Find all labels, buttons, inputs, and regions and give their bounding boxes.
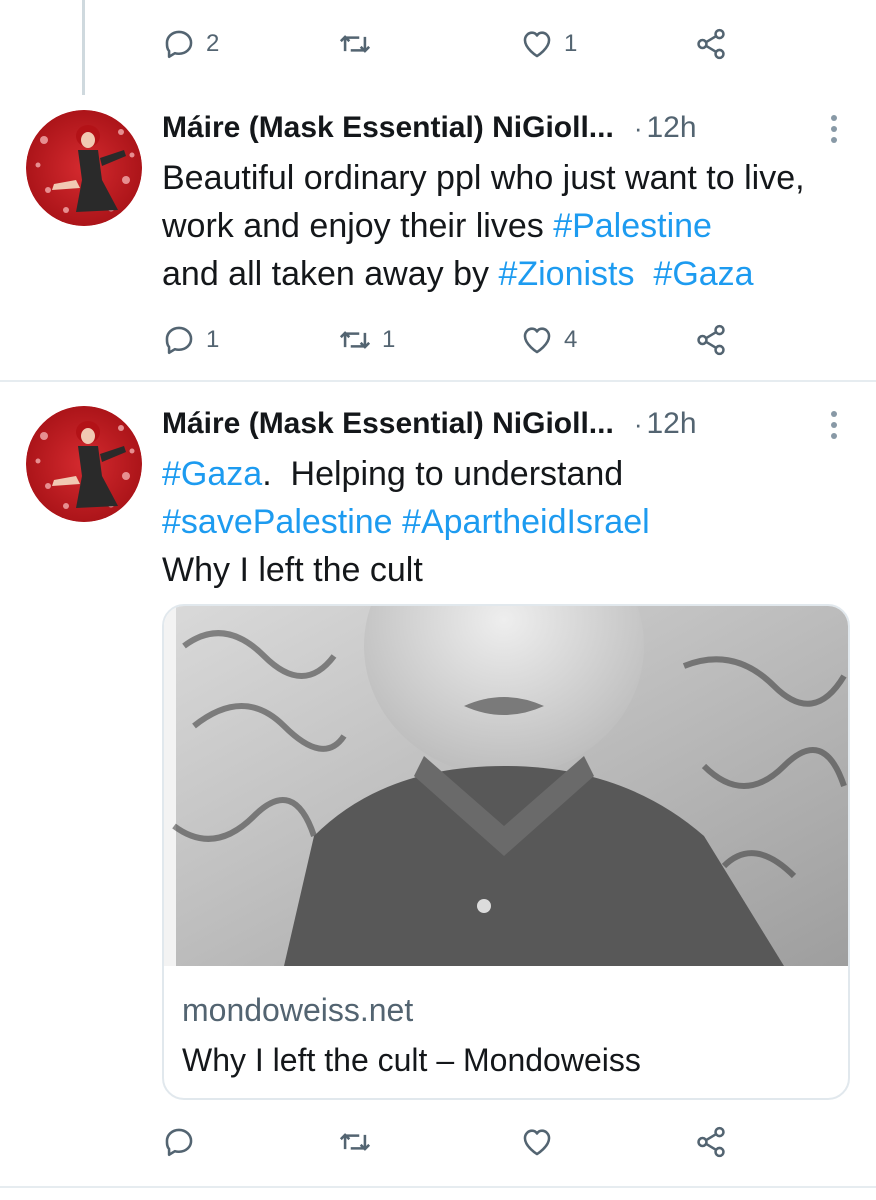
retweet-icon: [338, 323, 372, 357]
retweet-button[interactable]: [338, 22, 372, 66]
tweet-action-bar: [162, 1120, 742, 1164]
hashtag-apartheidisrael[interactable]: #ApartheidIsrael: [402, 503, 650, 541]
link-preview-card[interactable]: mondoweiss.net Why I left the cult – Mon…: [162, 604, 850, 1100]
heart-icon: [520, 323, 554, 357]
hashtag-savepalestine[interactable]: #savePalestine: [162, 503, 393, 541]
text-segment: . Helping to understand: [262, 455, 624, 493]
share-button[interactable]: [694, 22, 728, 66]
timestamp[interactable]: 12h: [646, 111, 696, 145]
like-button[interactable]: 1: [520, 22, 577, 66]
more-vertical-icon[interactable]: [822, 112, 846, 146]
retweet-button[interactable]: [338, 1120, 372, 1164]
hashtag-zionists[interactable]: #Zionists: [498, 255, 634, 293]
share-button[interactable]: [694, 318, 728, 362]
more-vertical-icon[interactable]: [822, 408, 846, 442]
like-button[interactable]: 4: [520, 318, 577, 362]
separator-dot: ·: [633, 112, 643, 143]
avatar[interactable]: [26, 406, 142, 522]
share-icon: [694, 1125, 728, 1159]
reply-icon: [162, 27, 196, 61]
text-segment: [635, 255, 654, 293]
reply-button[interactable]: 2: [162, 22, 219, 66]
avatar[interactable]: [26, 110, 142, 226]
tweet-divider: [0, 1186, 876, 1188]
link-title: Why I left the cult – Mondoweiss: [182, 1042, 641, 1078]
tweet-divider: [0, 380, 876, 382]
reply-icon: [162, 323, 196, 357]
timestamp[interactable]: 12h: [646, 407, 696, 441]
tweet-text: Beautiful ordinary ppl who just want to …: [162, 154, 852, 298]
like-count: 4: [564, 326, 578, 353]
reply-button[interactable]: [162, 1120, 196, 1164]
text-segment: and all taken away by: [162, 255, 499, 293]
retweet-icon: [338, 27, 372, 61]
share-icon: [694, 27, 728, 61]
author-name[interactable]: Máire (Mask Essential) NiGioll...: [162, 407, 614, 441]
reply-count: 1: [206, 326, 220, 353]
share-icon: [694, 323, 728, 357]
text-segment: [393, 503, 402, 541]
retweet-icon: [338, 1125, 372, 1159]
share-button[interactable]: [694, 1120, 728, 1164]
like-button[interactable]: [520, 1120, 554, 1164]
tweet-header: Máire (Mask Essential) NiGioll... · 12h: [162, 108, 846, 148]
separator-dot: ·: [633, 408, 643, 439]
top-tweet-action-bar: 2 1: [162, 22, 742, 66]
retweet-button[interactable]: 1: [338, 318, 395, 362]
hashtag-palestine[interactable]: #Palestine: [553, 207, 712, 245]
tweet-text: #Gaza. Helping to understand #savePalesti…: [162, 450, 852, 594]
heart-icon: [520, 27, 554, 61]
author-name[interactable]: Máire (Mask Essential) NiGioll...: [162, 111, 614, 145]
text-segment: Why I left the cult: [162, 551, 423, 589]
reply-button[interactable]: 1: [162, 318, 219, 362]
thread-connector-line: [82, 0, 85, 95]
link-preview-image: [164, 606, 848, 966]
retweet-count: 1: [382, 326, 396, 353]
hashtag-gaza[interactable]: #Gaza: [653, 255, 753, 293]
reply-icon: [162, 1125, 196, 1159]
tweet-header: Máire (Mask Essential) NiGioll... · 12h: [162, 404, 846, 444]
like-count: 1: [564, 30, 578, 57]
reply-count: 2: [206, 30, 220, 57]
tweet-action-bar: 1 1 4: [162, 318, 742, 362]
link-domain: mondoweiss.net: [182, 992, 414, 1028]
heart-icon: [520, 1125, 554, 1159]
hashtag-gaza[interactable]: #Gaza: [162, 455, 262, 493]
